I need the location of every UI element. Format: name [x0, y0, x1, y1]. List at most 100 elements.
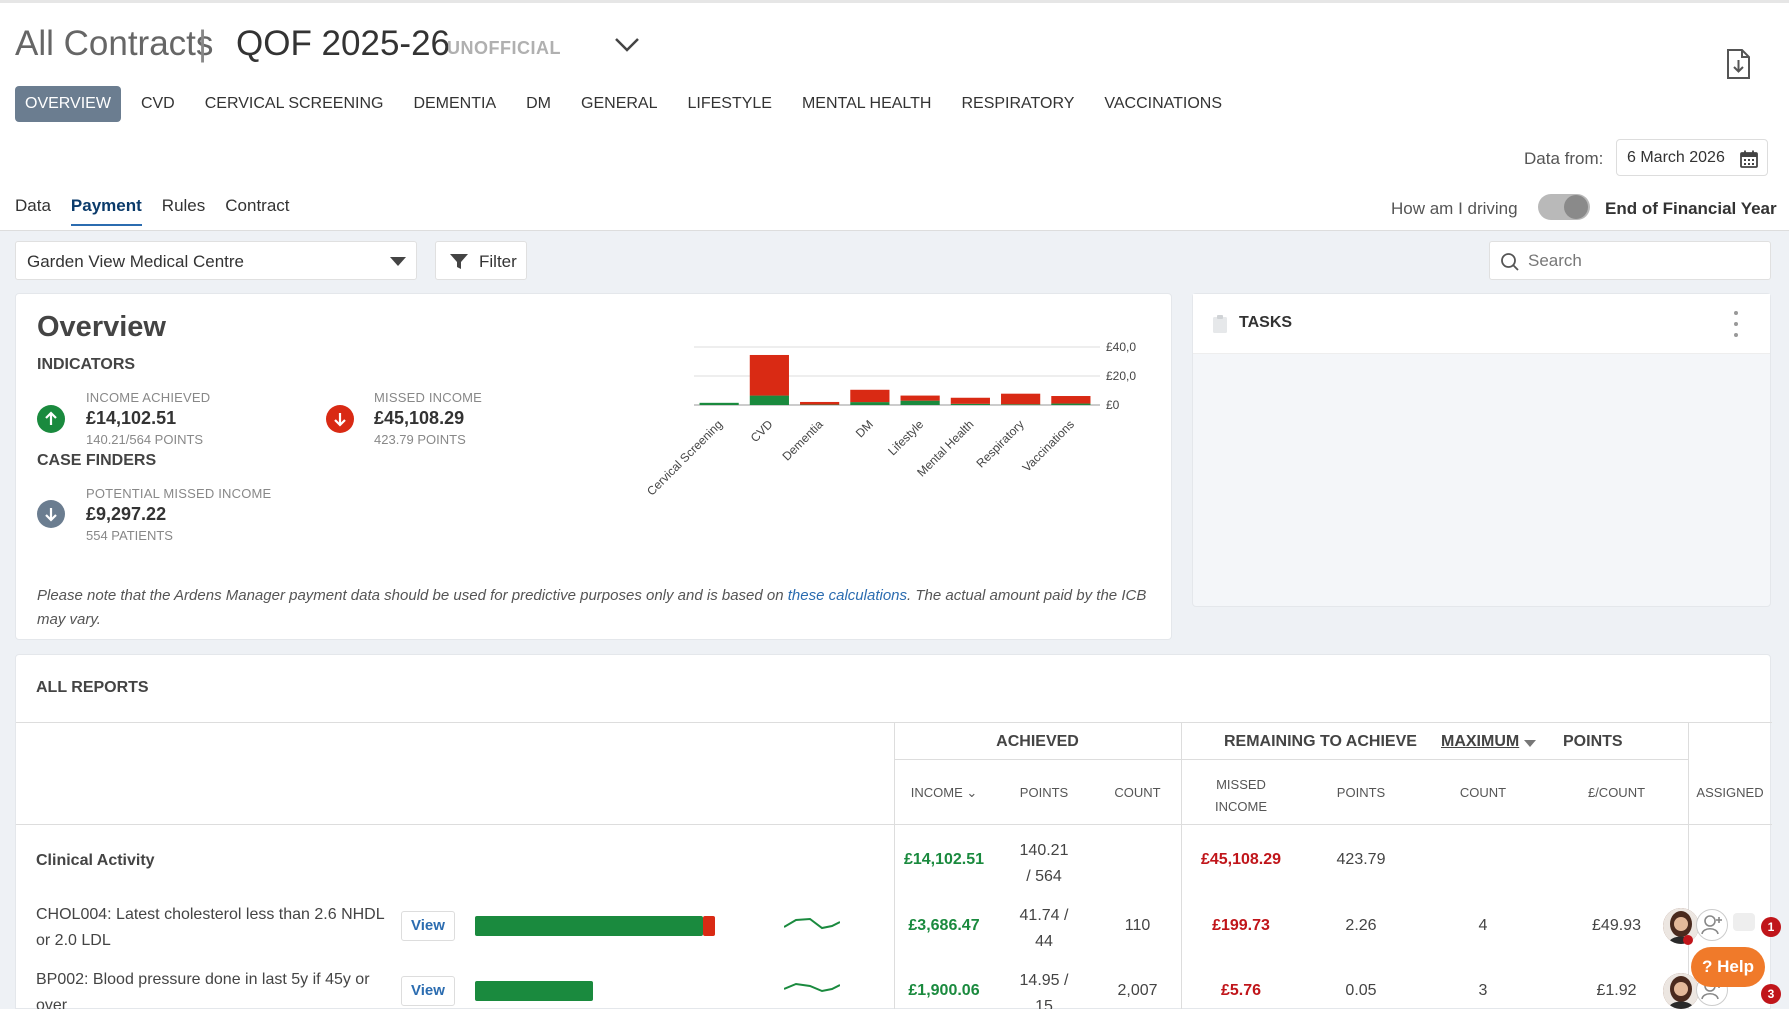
y-tick-label: £40,000: [1106, 340, 1136, 354]
remaining-mode-select[interactable]: MAXIMUM: [1441, 733, 1519, 751]
data-from-date-picker[interactable]: 6 March 2026: [1616, 139, 1768, 176]
bar-segment: [950, 403, 990, 405]
row-income: £3,686.47: [908, 917, 980, 934]
tasks-header: TASKS: [1193, 294, 1770, 354]
achieved-segment: [475, 916, 703, 936]
page-title-scope: All Contracts: [15, 24, 214, 63]
row-missed-income: £199.73: [1212, 917, 1270, 934]
x-tick-label: Respiratory: [973, 417, 1026, 470]
status-dot: [1683, 935, 1693, 945]
remaining-group-header: REMAINING TO ACHIEVE: [1224, 733, 1417, 750]
sub-tabs: Data Payment Rules Contract: [15, 196, 310, 226]
notification-badge: 1: [1761, 917, 1781, 937]
summary-label: Clinical Activity: [36, 852, 155, 869]
row-points-total: 15: [1035, 998, 1053, 1009]
subtab-rules[interactable]: Rules: [162, 196, 205, 226]
calculations-link[interactable]: these calculations: [788, 587, 907, 604]
potential-missed-value: £9,297.22: [86, 504, 167, 524]
divider: [894, 759, 1688, 760]
help-button[interactable]: ? Help: [1691, 947, 1765, 987]
tab-lifestyle[interactable]: LIFESTYLE: [677, 86, 781, 122]
driving-mode-label: End of Financial Year: [1605, 199, 1777, 218]
col-income[interactable]: INCOME ⌄: [894, 785, 994, 801]
export-document-icon[interactable]: [1723, 48, 1753, 80]
achievement-bar: [475, 981, 715, 1001]
report-row-label-line-1: BP002: Blood pressure done in last 5y if…: [36, 971, 370, 988]
bar-segment: [800, 401, 840, 405]
row-remaining-count: 4: [1478, 917, 1488, 934]
subtab-payment[interactable]: Payment: [70, 196, 142, 226]
tab-vaccinations[interactable]: VACCINATIONS: [1094, 86, 1232, 122]
potential-missed-label: POTENTIAL MISSED INCOME: [86, 486, 272, 501]
missed-income-points: 423.79 POINTS: [374, 432, 466, 447]
col-points[interactable]: POINTS: [994, 785, 1094, 800]
practice-select[interactable]: Garden View Medical Centre: [15, 241, 417, 280]
trend-sparkline: [784, 917, 840, 930]
status-badge: UNOFFICIAL: [447, 38, 561, 58]
driving-mode-toggle[interactable]: [1538, 194, 1590, 220]
tab-dm[interactable]: DM: [516, 86, 561, 122]
view-button[interactable]: View: [401, 976, 455, 1006]
report-row-label-line-2: or 2.0 LDL: [36, 932, 111, 949]
filter-button[interactable]: Filter: [435, 241, 527, 280]
col-per-count[interactable]: £/COUNT: [1545, 785, 1688, 800]
summary-income: £14,102.51: [903, 851, 985, 868]
more-vertical-icon[interactable]: [1731, 308, 1741, 340]
bar-segment: [1051, 403, 1091, 405]
summary-points-achieved: 140.21: [1019, 842, 1069, 859]
tab-overview[interactable]: OVERVIEW: [15, 86, 121, 122]
x-tick-label: Vaccinations: [1020, 417, 1077, 474]
row-points: 14.95 / 15: [994, 968, 1094, 1009]
x-tick-label: Dementia: [780, 417, 826, 463]
tab-cvd[interactable]: CVD: [131, 86, 185, 122]
missed-income-value: £45,108.29: [374, 408, 465, 428]
report-row-label[interactable]: CHOL004: Latest cholesterol less than 2.…: [36, 902, 385, 954]
tab-mental-health[interactable]: MENTAL HEALTH: [792, 86, 942, 122]
row-remaining-count: 3: [1478, 982, 1488, 999]
view-button[interactable]: View: [401, 911, 455, 941]
tab-cervical-screening[interactable]: CERVICAL SCREENING: [195, 86, 394, 122]
income-achieved-label: INCOME ACHIEVED: [86, 390, 211, 405]
col-income-label: INCOME: [910, 785, 963, 800]
col-remaining-count[interactable]: COUNT: [1421, 785, 1545, 800]
avatar[interactable]: [1663, 908, 1699, 944]
x-tick-label: CVD: [748, 417, 776, 445]
col-count[interactable]: COUNT: [1094, 785, 1181, 800]
indicators-heading: INDICATORS: [37, 356, 136, 373]
achievement-bar: [475, 916, 715, 936]
caret-down-icon: [390, 257, 406, 266]
report-row-label-line-1: CHOL004: Latest cholesterol less than 2.…: [36, 906, 385, 923]
tab-respiratory[interactable]: RESPIRATORY: [951, 86, 1084, 122]
tab-general[interactable]: GENERAL: [571, 86, 667, 122]
bar-segment: [1001, 393, 1041, 405]
subtab-data[interactable]: Data: [15, 196, 51, 226]
bar-segment: [1051, 396, 1091, 404]
subtab-contract[interactable]: Contract: [225, 196, 289, 226]
col-missed-income-line-2: INCOME: [1215, 799, 1267, 814]
main-tabs: OVERVIEW CVD CERVICAL SCREENING DEMENTIA…: [15, 86, 1242, 122]
chevron-down-icon: ⌄: [966, 785, 978, 800]
arrow-up-icon: [37, 405, 65, 433]
income-by-domain-chart: £40,000 £20,000 £0 Cervical Screening CVDDem…: [644, 340, 1136, 498]
search-input[interactable]: [1528, 244, 1760, 277]
bar-segment: [850, 402, 890, 405]
row-points: 41.74 / 44: [994, 903, 1094, 955]
report-row-label[interactable]: BP002: Blood pressure done in last 5y if…: [36, 967, 370, 1009]
row-count: 2,007: [1117, 982, 1158, 999]
bar-segment: [850, 389, 890, 403]
add-user-icon[interactable]: [1696, 909, 1728, 941]
contract-dropdown-chevron-down-icon[interactable]: [612, 32, 642, 56]
filter-icon: [449, 253, 469, 271]
tab-dementia[interactable]: DEMENTIA: [403, 86, 506, 122]
remaining-points-suffix: POINTS: [1563, 733, 1623, 750]
disclaimer-text: Please note that the Ardens Manager paym…: [37, 587, 788, 604]
col-remaining-points[interactable]: POINTS: [1301, 785, 1421, 800]
col-missed-income[interactable]: MISSED INCOME: [1181, 774, 1301, 818]
contract-title[interactable]: QOF 2025-26: [236, 24, 450, 64]
bar-segment: [1001, 404, 1041, 405]
bar-segment: [699, 402, 739, 405]
overview-title: Overview: [37, 311, 166, 343]
comment-icon[interactable]: [1733, 913, 1755, 931]
col-missed-income-line-1: MISSED: [1216, 777, 1266, 792]
caret-down-icon[interactable]: [1524, 740, 1536, 747]
